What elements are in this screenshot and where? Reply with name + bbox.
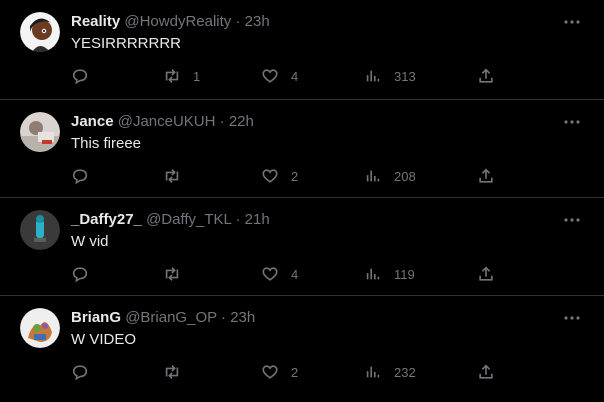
reply-text: W VIDEO (71, 331, 137, 348)
more-horizontal-icon[interactable] (562, 112, 582, 132)
reply-header: BrianG @BrianG_OP · 23h (71, 308, 255, 328)
bar-chart-icon (366, 366, 380, 378)
reply-item[interactable]: BrianG @BrianG_OP · 23h W VIDEO 2 232 (0, 296, 604, 394)
view-count: 232 (394, 364, 416, 380)
timestamp[interactable]: 22h (229, 113, 254, 130)
action-bar: 1 4 313 (71, 66, 584, 86)
views-button[interactable]: 119 (364, 264, 415, 284)
timestamp[interactable]: 23h (245, 13, 270, 30)
bar-chart-icon (366, 70, 380, 82)
reply-item[interactable]: Reality @HowdyReality · 23h YESIRRRRRRR … (0, 0, 604, 100)
retweet-button[interactable] (163, 264, 193, 284)
action-bar: 4 119 (71, 264, 584, 284)
reply-text: This fireee (71, 135, 142, 152)
views-button[interactable]: 313 (364, 66, 416, 86)
heart-icon (262, 69, 278, 83)
like-button[interactable]: 2 (261, 362, 298, 382)
share-button[interactable] (477, 66, 495, 86)
display-name[interactable]: _Daffy27_ (71, 211, 142, 228)
timestamp[interactable]: 23h (230, 309, 255, 326)
share-upload-icon (479, 68, 493, 83)
retweet-button[interactable] (163, 166, 193, 186)
separator-dot: · (219, 113, 225, 130)
separator-dot: · (235, 13, 241, 30)
view-count: 208 (394, 168, 416, 184)
like-count: 4 (291, 68, 299, 84)
speech-bubble-icon (72, 365, 88, 381)
speech-bubble-icon (72, 169, 88, 185)
share-upload-icon (479, 266, 493, 281)
action-bar: 2 232 (71, 362, 584, 382)
user-handle[interactable]: @Daffy_TKL (146, 211, 231, 228)
display-name[interactable]: Reality (71, 13, 120, 30)
view-count: 119 (394, 266, 415, 282)
reply-header: Reality @HowdyReality · 23h (71, 12, 270, 32)
separator-dot: · (235, 211, 241, 228)
share-button[interactable] (477, 362, 495, 382)
share-upload-icon (479, 364, 493, 379)
share-upload-icon (479, 168, 493, 183)
reply-header: _Daffy27_ @Daffy_TKL · 21h (71, 210, 270, 230)
more-horizontal-icon[interactable] (562, 12, 582, 32)
reply-header: Jance @JanceUKUH · 22h (71, 112, 254, 132)
retweet-arrows-icon (165, 169, 179, 183)
reply-item[interactable]: Jance @JanceUKUH · 22h This fireee 2 208 (0, 100, 604, 198)
avatar[interactable] (20, 112, 60, 152)
avatar[interactable] (20, 210, 60, 250)
share-button[interactable] (477, 166, 495, 186)
like-count: 2 (291, 364, 299, 380)
user-handle[interactable]: @BrianG_OP (125, 309, 217, 326)
reply-button[interactable] (71, 166, 101, 186)
like-button[interactable]: 4 (261, 264, 298, 284)
like-button[interactable]: 4 (261, 66, 298, 86)
retweet-button[interactable] (163, 362, 193, 382)
separator-dot: · (221, 309, 227, 326)
user-handle[interactable]: @HowdyReality (124, 13, 231, 30)
retweet-count: 1 (193, 68, 201, 84)
user-handle[interactable]: @JanceUKUH (118, 113, 216, 130)
reply-button[interactable] (71, 362, 101, 382)
more-horizontal-icon[interactable] (562, 308, 582, 328)
retweet-arrows-icon (165, 267, 179, 281)
like-count: 2 (291, 168, 299, 184)
action-bar: 2 208 (71, 166, 584, 186)
retweet-arrows-icon (165, 69, 179, 83)
reply-text: W vid (71, 233, 109, 250)
views-button[interactable]: 232 (364, 362, 416, 382)
view-count: 313 (394, 68, 416, 84)
timestamp[interactable]: 21h (245, 211, 270, 228)
avatar[interactable] (20, 308, 60, 348)
heart-icon (262, 365, 278, 379)
heart-icon (262, 169, 278, 183)
bar-chart-icon (366, 268, 380, 280)
heart-icon (262, 267, 278, 281)
reply-item[interactable]: _Daffy27_ @Daffy_TKL · 21h W vid 4 119 (0, 198, 604, 296)
views-button[interactable]: 208 (364, 166, 416, 186)
reply-button[interactable] (71, 264, 101, 284)
avatar[interactable] (20, 12, 60, 52)
reply-text: YESIRRRRRRR (71, 35, 182, 52)
bar-chart-icon (366, 170, 380, 182)
reply-button[interactable] (71, 66, 101, 86)
speech-bubble-icon (72, 69, 88, 85)
like-button[interactable]: 2 (261, 166, 298, 186)
more-horizontal-icon[interactable] (562, 210, 582, 230)
retweet-arrows-icon (165, 365, 179, 379)
retweet-button[interactable]: 1 (163, 66, 200, 86)
share-button[interactable] (477, 264, 495, 284)
display-name[interactable]: BrianG (71, 309, 121, 326)
replies-feed: Reality @HowdyReality · 23h YESIRRRRRRR … (0, 0, 604, 402)
speech-bubble-icon (72, 267, 88, 283)
like-count: 4 (291, 266, 299, 282)
display-name[interactable]: Jance (71, 113, 114, 130)
